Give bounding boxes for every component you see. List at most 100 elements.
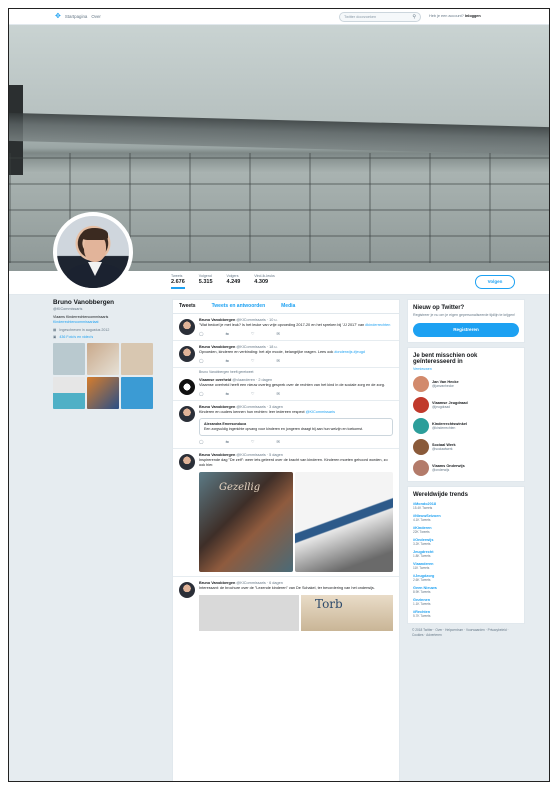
tweet-image[interactable]: Torb [301,595,393,631]
calendar-icon: ▦ [53,328,57,332]
avatar[interactable] [413,376,429,393]
avatar[interactable] [53,212,133,292]
retweet-icon[interactable]: ⇆ [225,331,228,336]
profile-handle[interactable]: @KICommissaris [53,307,163,311]
like-icon[interactable]: ♡ [251,331,255,336]
like-icon[interactable]: ♡ [251,358,255,363]
twitter-bird-icon[interactable]: ✥ [55,13,61,20]
tweet-avatar[interactable] [179,346,195,362]
tweet-avatar[interactable] [179,319,195,335]
message-icon[interactable]: ✉ [276,391,279,396]
stat-followers[interactable]: Volgers 4.249 [227,274,241,289]
follow-button[interactable]: Volgen [475,275,515,289]
tweet-actions: ◯ ⇆ ♡ ✉ [199,331,393,336]
tweet-link[interactable]: #kinderrechten [365,323,390,327]
tweet-author[interactable]: Vlaamse overheid [199,378,231,382]
search-icon[interactable]: ⚲ [412,14,416,20]
like-icon[interactable]: ♡ [251,439,255,444]
trend-item[interactable]: Geen Nieuws 8.9K Tweets [413,586,519,594]
avatar[interactable] [413,397,429,414]
profile-name[interactable]: Bruno Vanobbergen [53,299,163,306]
like-icon[interactable]: ♡ [251,391,255,396]
tweet-author[interactable]: Bruno Vanobbergen [199,453,235,457]
avatar[interactable] [413,460,429,477]
timeline: Tweets Tweets en antwoorden Media Bruno … [172,299,400,781]
message-icon[interactable]: ✉ [276,358,279,363]
bio-link[interactable]: Kinderrechtencommissariaat [53,320,99,324]
tweet-text: Opvoeden, kinderen en verbinding: het zi… [199,350,393,355]
tweet[interactable]: Vlaamse overheid @vlaanderen · 2 dagen V… [173,374,399,401]
tweet[interactable]: Bruno Vanobbergen @KICommissaris · 3 dag… [173,401,399,449]
tweet-author[interactable]: Bruno Vanobbergen [199,405,235,409]
tweet-avatar[interactable] [179,379,195,395]
stat-tweets[interactable]: Tweets 2.676 [171,274,185,289]
media-thumb[interactable] [121,377,153,409]
quoted-tweet[interactable]: Alexandra Emersonduca Een zorgvuldig ing… [199,418,393,436]
trend-item[interactable]: #Onderwijs 3.2K Tweets [413,538,519,546]
suggestion-handle: @kinderrechten [432,426,456,431]
register-button[interactable]: Registreren [413,322,519,337]
suggestion-item[interactable]: Kinderrechtswinkel @kinderrechten [413,418,519,435]
tweet[interactable]: Bruno Vanobbergen @KICommissaris · 5 dag… [173,449,399,577]
tweet[interactable]: Bruno Vanobbergen @KICommissaris · 18 u.… [173,341,399,368]
trend-item[interactable]: Jeugdrecht 1.8K Tweets [413,550,519,558]
media-thumb[interactable] [87,377,119,409]
photos-link[interactable]: 436 Foto's en video's [59,335,93,339]
timeline-tabs: Tweets Tweets en antwoorden Media [173,300,399,314]
tweet-avatar[interactable] [179,454,195,470]
trend-item[interactable]: #NieuwSeizoen 4.1K Tweets [413,514,519,522]
retweet-icon[interactable]: ⇆ [225,391,228,396]
media-thumb[interactable] [87,343,119,375]
reply-icon[interactable]: ◯ [199,358,203,363]
message-icon[interactable]: ✉ [276,331,279,336]
tweet[interactable]: Bruno Vanobbergen @KICommissaris · 10 u.… [173,314,399,341]
tweet-avatar[interactable] [179,582,195,598]
stat-value: 4.249 [226,279,241,285]
suggestion-item[interactable]: Sociaal Werk @sociaalwerk [413,439,519,456]
tweet-author[interactable]: Bruno Vanobbergen [199,318,235,322]
retweet-icon[interactable]: ⇆ [225,439,228,444]
stat-label: Volgend [198,274,212,278]
trend-item[interactable]: #Rechten 5.7K Tweets [413,610,519,618]
trend-item[interactable]: Vlaanderen 11K Tweets [413,562,519,570]
refresh-link[interactable]: Vernieuwen [413,367,519,372]
stat-likes[interactable]: Vind-ik-leuks 4.309 [254,274,275,289]
search-input[interactable]: Twitter doorzoeken ⚲ [339,12,421,22]
tweet-author[interactable]: Bruno Vanobbergen [199,345,235,349]
nav-about-link[interactable]: Over [91,14,101,19]
tweet-header: Bruno Vanobbergen @KICommissaris · 5 dag… [199,453,393,457]
media-thumb[interactable] [121,343,153,375]
media-thumb[interactable] [53,377,85,409]
tab-replies[interactable]: Tweets en antwoorden [212,303,266,310]
tweet-author[interactable]: Bruno Vanobbergen [199,581,235,585]
message-icon[interactable]: ✉ [276,439,279,444]
tweet[interactable]: Bruno Vanobbergen @KICommissaris · 6 dag… [173,577,399,635]
tweet-image[interactable] [295,472,393,572]
retweet-icon[interactable]: ⇆ [225,358,228,363]
trend-item[interactable]: #Mondo2018 15.4K Tweets [413,502,519,510]
footer-links[interactable]: © 2018 Twitter · Over · Helpcentrum · Vo… [407,628,525,637]
suggestion-item[interactable]: Jan Van Hecke @janvanhecke [413,376,519,393]
avatar[interactable] [413,418,429,435]
tweet-link[interactable]: @KICommissaris [306,410,335,414]
trend-item[interactable]: #Kinderen 22K Tweets [413,526,519,534]
tweet-avatar[interactable] [179,406,195,422]
tweet-image[interactable]: Gezellig [199,472,293,572]
trend-item[interactable]: #Jeugdzorg 2.6K Tweets [413,574,519,582]
tab-media[interactable]: Media [281,303,295,310]
reply-icon[interactable]: ◯ [199,331,203,336]
avatar[interactable] [413,439,429,456]
media-thumb[interactable] [53,343,85,375]
suggestion-item[interactable]: Vlaamse Jeugdraad @jeugdraad [413,397,519,414]
tweet-text: Kinderen en ouders kennen hun rechten: l… [199,410,393,415]
tweet-image[interactable] [199,595,299,631]
tab-tweets[interactable]: Tweets [179,303,196,310]
reply-icon[interactable]: ◯ [199,439,203,444]
nav-home-link[interactable]: Startpagina [65,14,87,19]
login-link[interactable]: Inloggen [465,14,481,18]
reply-icon[interactable]: ◯ [199,391,203,396]
stat-following[interactable]: Volgend 5.315 [199,274,213,289]
tweet-link[interactable]: #onderwijs #jeugd [334,350,365,354]
trend-item[interactable]: Gezinnen 1.1K Tweets [413,598,519,606]
suggestion-item[interactable]: Vlaams Onderwijs @onderwijs [413,460,519,477]
